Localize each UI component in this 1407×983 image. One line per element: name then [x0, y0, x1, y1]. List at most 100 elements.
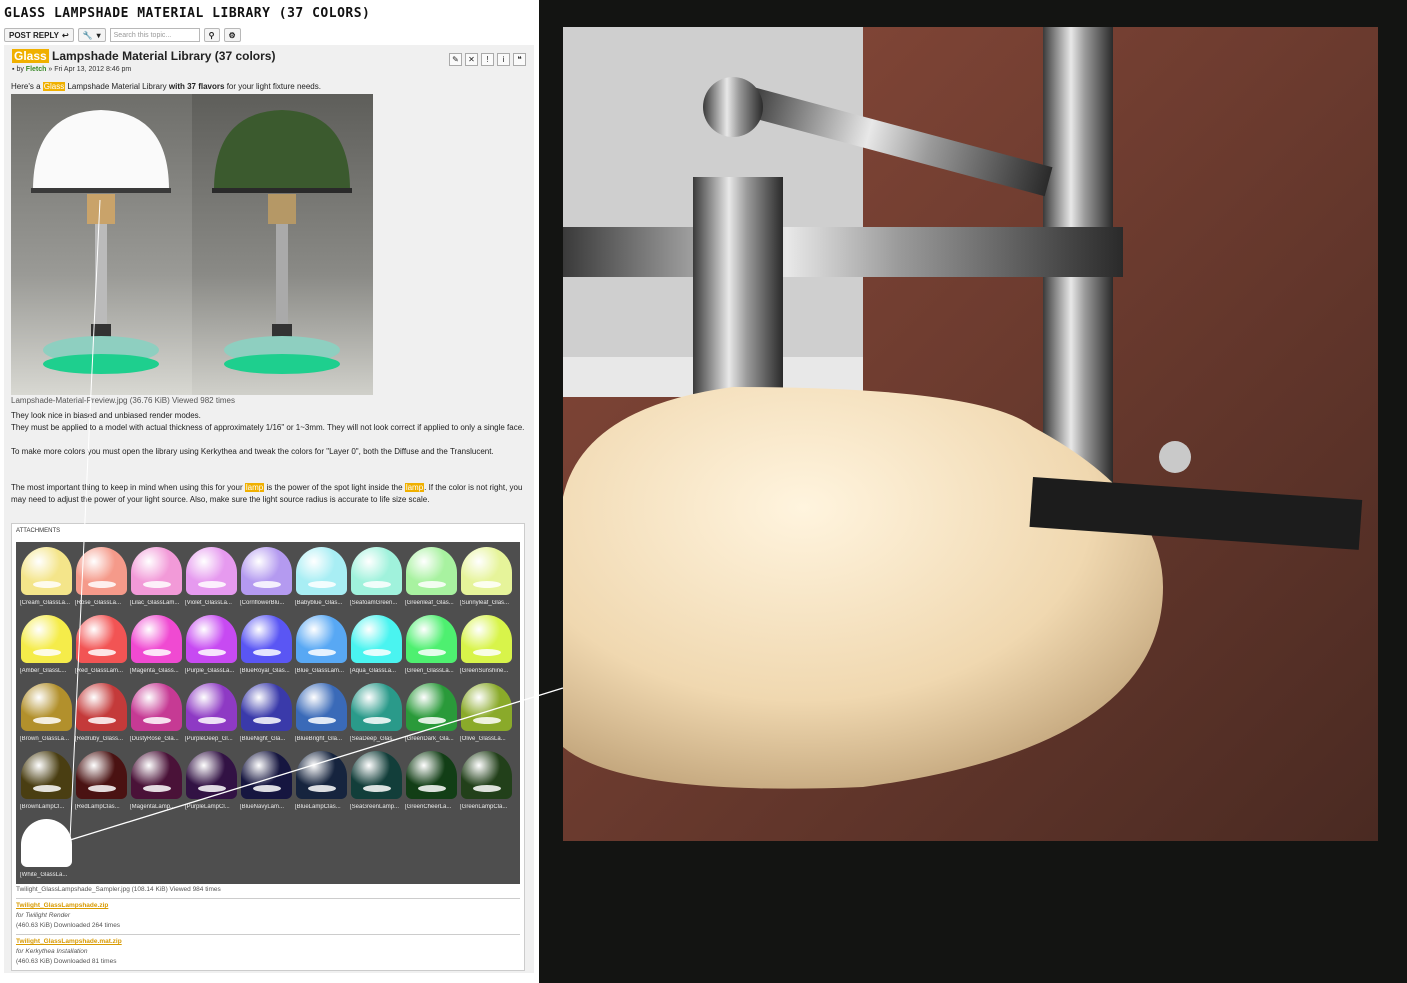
lampshade-swatch-icon: [241, 547, 292, 595]
swatch-tile[interactable]: [CornflowerBlu...: [238, 544, 293, 612]
swatch-tile[interactable]: [RedLampClas...: [73, 748, 128, 816]
swatch-tile[interactable]: [PurpleLampCl...: [183, 748, 238, 816]
swatch-tile[interactable]: [BlueLampClas...: [293, 748, 348, 816]
swatch-tile[interactable]: [SeaDeep_Glas...: [348, 680, 403, 748]
swatch-label: [GreenCheerLa...: [405, 804, 452, 810]
swatch-tile[interactable]: [DustyRose_Gla...: [128, 680, 183, 748]
wrench-icon: 🔧: [82, 30, 93, 40]
swatch-tile[interactable]: [Rose_GlassLa...: [73, 544, 128, 612]
intro-mid: Lampshade Material Library: [67, 82, 167, 91]
swatch-tile[interactable]: [Red_GlassLam...: [73, 612, 128, 680]
swatch-tile[interactable]: [BlueRoyal_Glas...: [238, 612, 293, 680]
swatch-label: [Amber_GlassL...: [20, 668, 67, 674]
lampshade-swatch-icon: [76, 751, 127, 799]
swatch-tile[interactable]: [Cream_GlassLa...: [18, 544, 73, 612]
lampshade-swatch-icon: [76, 615, 127, 663]
post-icon: ▪: [12, 66, 15, 73]
edit-icon[interactable]: ✎: [449, 53, 462, 66]
download-link[interactable]: Twilight_GlassLampshade.mat.zip: [16, 938, 122, 945]
post-reply-button[interactable]: POST REPLY ↩: [4, 28, 74, 42]
swatch-tile[interactable]: [GreenLampCla...: [458, 748, 513, 816]
green-lamp-render: [192, 94, 373, 395]
swatch-tile[interactable]: [Blue_GlassLam...: [293, 612, 348, 680]
lamp-closeup-render: [563, 27, 1378, 841]
swatch-tile[interactable]: [GreenCheerLa...: [403, 748, 458, 816]
lampshade-swatch-icon: [406, 683, 457, 731]
tools-dropdown-button[interactable]: 🔧 ▾: [77, 28, 106, 42]
lampshade-swatch-icon: [461, 615, 512, 663]
swatch-label: [White_GlassLa...: [20, 872, 68, 878]
swatch-label: [BlueNight_Gla...: [240, 736, 286, 742]
search-icon: ⚲: [208, 30, 215, 40]
download-2: Twilight_GlassLampshade.mat.zip for Kerk…: [16, 937, 122, 967]
delete-icon[interactable]: ✕: [465, 53, 478, 66]
swatch-tile[interactable]: [Green_GlassLa...: [403, 612, 458, 680]
lampshade-swatch-icon: [406, 751, 457, 799]
intro-highlight: Glass: [42, 82, 66, 91]
intro-bold: with 37 flavors: [168, 82, 225, 91]
gear-icon: ⚙: [228, 30, 236, 40]
swatch-label: [Blue_GlassLam...: [295, 668, 345, 674]
lampshade-preview-image[interactable]: [11, 94, 373, 395]
post-title[interactable]: Glass Lampshade Material Library (37 col…: [12, 49, 275, 63]
swatch-tile[interactable]: [Sunnyleaf_Glas...: [458, 544, 513, 612]
post-reply-label: POST REPLY: [9, 30, 59, 40]
p1: They look nice in biased and unbiased re…: [11, 411, 201, 420]
title-highlight: Glass: [12, 49, 49, 63]
swatch-tile[interactable]: [GreenDark_Gla...: [403, 680, 458, 748]
swatch-tile[interactable]: [SeafoamGreen...: [348, 544, 403, 612]
swatch-tile[interactable]: [Magenta_Glass...: [128, 612, 183, 680]
swatch-tile[interactable]: [Greenleaf_Glas...: [403, 544, 458, 612]
swatch-tile[interactable]: [BrownLampCl...: [18, 748, 73, 816]
swatch-label: [RedLampClas...: [75, 804, 120, 810]
swatch-tile[interactable]: [Olive_GlassLa...: [458, 680, 513, 748]
search-input[interactable]: Search this topic...: [109, 28, 200, 42]
swatch-label: [DustyRose_Gla...: [130, 736, 179, 742]
sampler-image-grid[interactable]: [Cream_GlassLa... [Rose_GlassLa... [Lilac_…: [16, 542, 520, 884]
post-date: » Fri Apr 13, 2012 8:46 pm: [48, 66, 132, 73]
swatch-label: [Babyblue_Glas...: [295, 600, 343, 606]
search-button[interactable]: ⚲: [203, 28, 220, 42]
p2: They must be applied to a model with act…: [11, 423, 525, 432]
preview-caption: Lampshade-Material-Preview.jpg (36.76 Ki…: [11, 396, 235, 405]
report-icon[interactable]: !: [481, 53, 494, 66]
swatch-tile[interactable]: [Violet_GlassLa...: [183, 544, 238, 612]
swatch-tile[interactable]: [BlueNavyLam...: [238, 748, 293, 816]
lampshade-swatch-icon: [296, 547, 347, 595]
swatch-tile[interactable]: [Babyblue_Glas...: [293, 544, 348, 612]
divider: [16, 898, 520, 899]
topic-actionbar: POST REPLY ↩ 🔧 ▾ Search this topic... ⚲ …: [4, 27, 241, 43]
swatch-tile[interactable]: [Purple_GlassLa...: [183, 612, 238, 680]
advanced-search-button[interactable]: ⚙: [223, 28, 241, 42]
quote-icon[interactable]: ❝: [513, 53, 526, 66]
swatch-label: [Rose_GlassLa...: [75, 600, 122, 606]
p4a: The most important thing to keep in mind…: [11, 483, 243, 492]
swatch-tile[interactable]: [GreenSunshine...: [458, 612, 513, 680]
attachments-label: ATTACHMENTS: [16, 528, 61, 534]
swatch-tile[interactable]: [Lilac_GlassLam...: [128, 544, 183, 612]
swatch-tile[interactable]: [PurpleDeep_Gl...: [183, 680, 238, 748]
info-icon[interactable]: i: [497, 53, 510, 66]
lampshade-swatch-icon: [461, 751, 512, 799]
white-lamp-svg: [31, 110, 171, 374]
swatch-label: [Greenleaf_Glas...: [405, 600, 454, 606]
swatch-label: [Cream_GlassLa...: [20, 600, 71, 606]
lampshade-swatch-icon: [76, 547, 127, 595]
download-link[interactable]: Twilight_GlassLampshade.zip: [16, 902, 108, 909]
swatch-tile[interactable]: [MagentaLamp...: [128, 748, 183, 816]
swatch-tile[interactable]: [BlueNight_Gla...: [238, 680, 293, 748]
swatch-tile[interactable]: [SeaGreenLamp...: [348, 748, 403, 816]
swatch-tile[interactable]: [White_GlassLa...: [18, 816, 73, 884]
forum-panel: GLASS LAMPSHADE MATERIAL LIBRARY (37 COL…: [0, 0, 539, 983]
swatch-tile[interactable]: [Brown_GlassLa...: [18, 680, 73, 748]
swatch-tile[interactable]: [Amber_GlassL...: [18, 612, 73, 680]
swatch-label: [PurpleLampCl...: [185, 804, 230, 810]
swatch-tile[interactable]: [Aqua_GlassLa...: [348, 612, 403, 680]
reply-arrow-icon: ↩: [61, 30, 69, 40]
lampshade-swatch-icon: [186, 683, 237, 731]
post-tools: ✎ ✕ ! i ❝: [449, 53, 526, 66]
swatch-tile[interactable]: [Redruby_Glass...: [73, 680, 128, 748]
lampshade-swatch-icon: [351, 615, 402, 663]
swatch-tile[interactable]: [BlueBright_Gla...: [293, 680, 348, 748]
author-link[interactable]: Fletch: [26, 66, 47, 73]
